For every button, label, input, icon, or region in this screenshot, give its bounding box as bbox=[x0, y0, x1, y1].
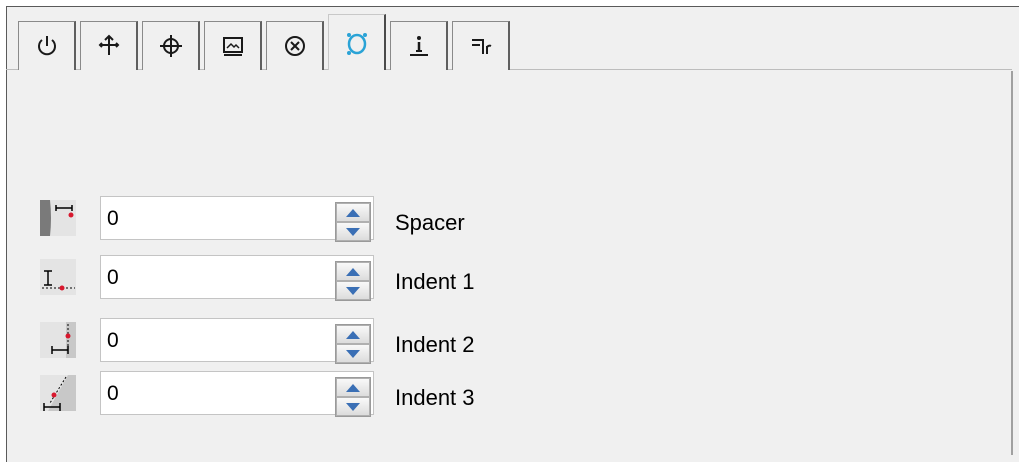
spin-down-button[interactable] bbox=[336, 222, 370, 241]
indent3-input[interactable]: 0 bbox=[100, 371, 374, 415]
power-icon bbox=[37, 36, 56, 56]
indent1-icon bbox=[40, 259, 76, 295]
spin-up-button[interactable] bbox=[336, 262, 370, 281]
indent1-input[interactable]: 0 bbox=[100, 255, 374, 299]
tab-power[interactable] bbox=[18, 21, 76, 70]
spacer-input[interactable]: 0 bbox=[100, 196, 374, 240]
arrow-down-icon bbox=[346, 227, 360, 236]
spin-up-button[interactable] bbox=[336, 325, 370, 344]
spin-down-button[interactable] bbox=[336, 344, 370, 363]
arrow-up-icon bbox=[346, 330, 360, 339]
spacer-icon bbox=[40, 200, 76, 236]
spin-down-button[interactable] bbox=[336, 397, 370, 416]
indent2-icon bbox=[40, 322, 76, 358]
tab-flow[interactable] bbox=[452, 21, 510, 70]
tab-strip bbox=[18, 14, 514, 70]
arrow-up-icon bbox=[346, 383, 360, 392]
spin-down-button[interactable] bbox=[336, 281, 370, 300]
tab-info[interactable] bbox=[390, 21, 448, 70]
tab-crosshair[interactable] bbox=[142, 21, 200, 70]
crosshair-icon bbox=[159, 35, 182, 57]
flow-connector-icon bbox=[471, 39, 491, 54]
indent2-spinner[interactable] bbox=[335, 324, 371, 364]
indent2-label: Indent 2 bbox=[395, 332, 475, 357]
indent1-label: Indent 1 bbox=[395, 269, 475, 294]
indent2-input[interactable]: 0 bbox=[100, 318, 374, 362]
tab-move[interactable] bbox=[80, 21, 138, 70]
spacer-label: Spacer bbox=[395, 210, 465, 235]
indent3-icon bbox=[40, 375, 76, 411]
arrow-up-icon bbox=[346, 208, 360, 217]
spin-up-button[interactable] bbox=[336, 203, 370, 222]
arrow-down-icon bbox=[346, 402, 360, 411]
spacing-node-icon bbox=[346, 32, 367, 55]
tab-cancel[interactable] bbox=[266, 21, 324, 70]
tab-picture[interactable] bbox=[204, 21, 262, 70]
indent3-label: Indent 3 bbox=[395, 385, 475, 410]
info-underline-icon bbox=[409, 36, 428, 56]
spin-up-button[interactable] bbox=[336, 378, 370, 397]
indent1-spinner[interactable] bbox=[335, 261, 371, 301]
picture-icon bbox=[222, 37, 243, 56]
indent3-spinner[interactable] bbox=[335, 377, 371, 417]
arrow-down-icon bbox=[346, 286, 360, 295]
arrow-down-icon bbox=[346, 349, 360, 358]
arrow-up-icon bbox=[346, 267, 360, 276]
tab-spacing[interactable] bbox=[328, 14, 386, 70]
spacer-spinner[interactable] bbox=[335, 202, 371, 242]
cancel-circle-icon bbox=[284, 36, 305, 56]
panel-right-edge bbox=[1011, 71, 1013, 455]
move-arrows-icon bbox=[98, 34, 119, 55]
